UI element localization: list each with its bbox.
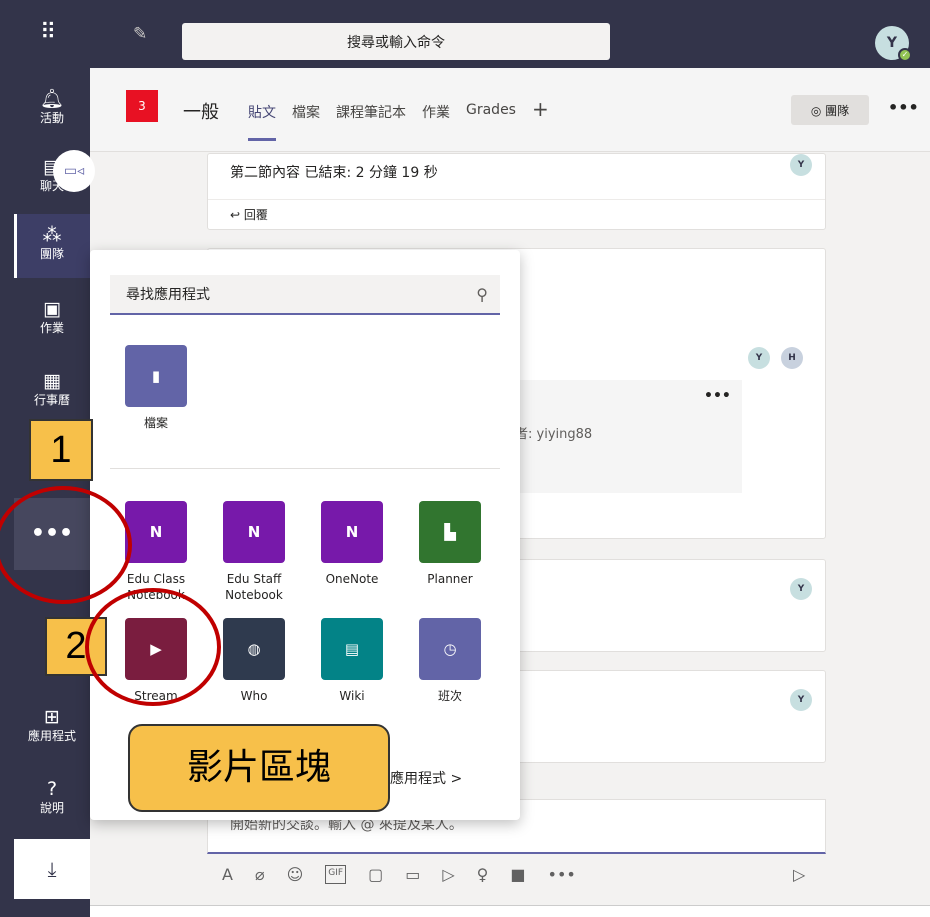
rail-item-assignments[interactable]: ▣ 作業 [14, 288, 90, 352]
team-badge: 3 [126, 90, 158, 122]
format-icon[interactable]: A [222, 865, 233, 884]
calendar-icon: ▦ [43, 370, 61, 392]
emoji-icon[interactable]: ☺ [287, 865, 304, 884]
team-button[interactable]: ◎ 團隊 [791, 95, 869, 125]
stream-icon[interactable]: ▷ [442, 865, 454, 884]
app-wiki[interactable]: ▤ Wiki [312, 618, 392, 704]
send-icon[interactable]: ▷ [793, 865, 805, 884]
tab-files[interactable]: 檔案 [292, 102, 320, 141]
file-icon: ▮ [125, 345, 187, 407]
rail-label: 行事曆 [33, 393, 70, 407]
onenote-icon: N [125, 501, 187, 563]
who-icon: ◍ [223, 618, 285, 680]
channel-tabs: 貼文 檔案 課程筆記本 作業 Grades + [248, 97, 549, 141]
participant-avatar: H [781, 347, 803, 369]
onenote-icon: N [223, 501, 285, 563]
more-options-icon[interactable]: ••• [548, 865, 576, 884]
teams-icon: ⁂ [42, 224, 62, 246]
participant-avatar: Y [748, 347, 770, 369]
avatar-initial: Y [886, 35, 898, 51]
help-icon: ? [46, 778, 58, 800]
participant-avatar: Y [790, 578, 812, 600]
find-app-placeholder: 尋找應用程式 [126, 287, 210, 303]
annotation-callout: 影片區塊 [128, 724, 390, 812]
rail-item-calendar[interactable]: ▦ 行事曆 [14, 360, 90, 424]
channel-header: 3 一般 貼文 檔案 課程筆記本 作業 Grades + ◎ 團隊 ••• [90, 68, 930, 152]
wiki-icon: ▤ [321, 618, 383, 680]
search-input[interactable]: 搜尋或輸入命令 [182, 23, 610, 60]
app-name: Wiki [339, 689, 365, 703]
app-files[interactable]: ▮ 檔案 [116, 345, 196, 431]
app-planner[interactable]: ▙ Planner [410, 501, 490, 587]
compose-icon[interactable]: ✎ [133, 24, 147, 44]
app-who[interactable]: ◍ Who [214, 618, 294, 704]
gif-icon[interactable]: GIF [325, 865, 347, 884]
annotation-number-1: 1 [29, 419, 93, 481]
video-icon[interactable]: ■ [510, 865, 525, 884]
rail-label: 團隊 [39, 247, 64, 261]
taskbar [90, 905, 930, 917]
add-tab-icon[interactable]: + [532, 97, 549, 141]
compose-toolbar: A ⌀ ☺ GIF ▢ ▭ ▷ ♀ ■ ••• [222, 865, 576, 884]
app-name: Planner [427, 572, 473, 586]
participant-avatar: Y [790, 689, 812, 711]
annotation-circle-stream [85, 588, 221, 706]
rail-item-teams[interactable]: ⁂ 團隊 [14, 214, 90, 278]
app-name: Who [240, 689, 268, 703]
meeting-ended-text: 第二節內容 已結束: 2 分鐘 19 秒 [230, 165, 438, 181]
meet-now-icon[interactable]: ▭ [405, 865, 420, 884]
meeting-icon: ▭◃ [53, 150, 95, 192]
app-onenote[interactable]: N OneNote [312, 501, 392, 587]
download-icon[interactable]: ⤓ [14, 839, 90, 899]
more-options-icon[interactable]: ••• [888, 98, 919, 117]
planner-icon: ▙ [419, 501, 481, 563]
tab-posts[interactable]: 貼文 [248, 102, 276, 141]
app-launcher-icon[interactable]: ⠿ [40, 22, 56, 44]
app-name: Edu Staff Notebook [225, 572, 283, 602]
shifts-icon: ◷ [419, 618, 481, 680]
top-bar: ⠿ ✎ 搜尋或輸入命令 Y ✓ [0, 0, 930, 68]
rail-label: 作業 [39, 321, 64, 335]
status-available-icon: ✓ [898, 48, 912, 62]
tab-assignments[interactable]: 作業 [422, 102, 450, 141]
tab-class-notebook[interactable]: 課程筆記本 [336, 102, 406, 141]
praise-icon[interactable]: ♀ [477, 865, 489, 884]
participant-avatar: Y [790, 154, 812, 176]
divider [110, 468, 500, 469]
rail-item-apps[interactable]: ⊞ 應用程式 [14, 696, 90, 760]
find-app-input[interactable]: 尋找應用程式 ⚲ [110, 275, 500, 315]
app-name: OneNote [325, 572, 379, 586]
tab-grades[interactable]: Grades [466, 102, 516, 141]
app-shifts[interactable]: ◷ 班次 [410, 618, 490, 704]
channel-name: 一般 [183, 102, 219, 123]
app-name: 班次 [437, 689, 462, 703]
onenote-icon: N [321, 501, 383, 563]
attachment-more-icon[interactable]: ••• [704, 388, 731, 404]
meeting-post: 第二節內容 已結束: 2 分鐘 19 秒 Y ↩ 回覆 [207, 153, 826, 230]
apps-icon: ⊞ [44, 706, 60, 728]
rail-item-activity[interactable]: 🔔︎ 活動 [14, 78, 90, 142]
rail-item-help[interactable]: ? 說明 [14, 768, 90, 832]
app-edu-staff-notebook[interactable]: N Edu Staff Notebook [214, 501, 294, 603]
rail-label: 活動 [39, 111, 64, 125]
reply-button[interactable]: ↩ 回覆 [208, 199, 825, 229]
attachment-card[interactable]: 議 製者: yiying88 ••• [482, 380, 742, 493]
more-apps-link[interactable]: 應用程式 > [390, 768, 462, 788]
search-icon: ⚲ [476, 285, 488, 304]
assignments-icon: ▣ [43, 298, 61, 320]
bell-icon: 🔔︎ [39, 88, 65, 110]
annotation-circle-more [0, 486, 132, 604]
avatar[interactable]: Y ✓ [875, 26, 912, 62]
attach-icon[interactable]: ⌀ [255, 865, 265, 884]
sticker-icon[interactable]: ▢ [368, 865, 383, 884]
rail-label: 說明 [39, 801, 64, 815]
rail-label: 應用程式 [27, 729, 76, 743]
app-name: 檔案 [143, 416, 168, 430]
